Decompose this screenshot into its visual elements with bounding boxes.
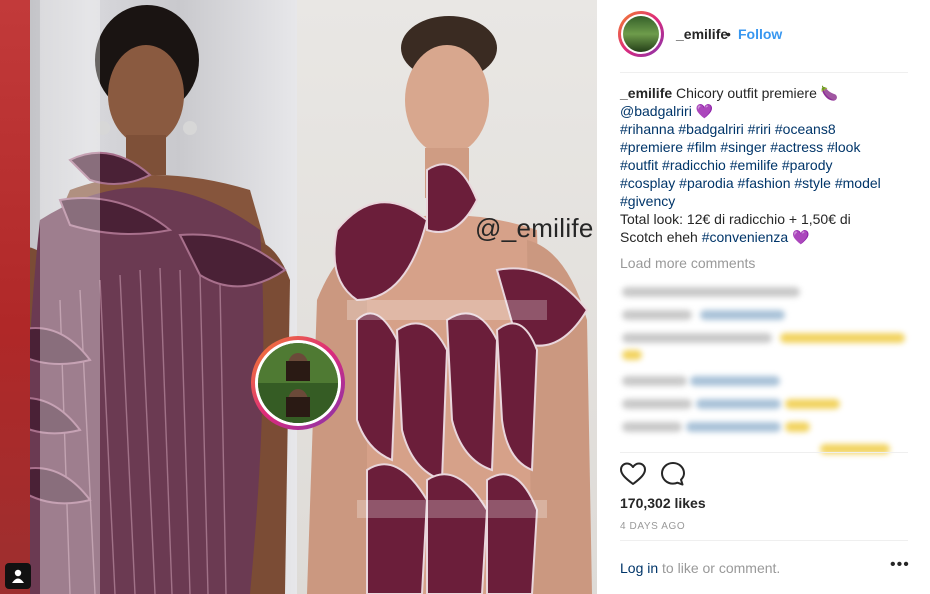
hashtag[interactable]: #model	[835, 175, 881, 191]
load-more-comments[interactable]: Load more comments	[620, 255, 755, 271]
hashtag[interactable]: #convenienza	[702, 229, 788, 245]
header-username[interactable]: _emilife	[676, 26, 728, 42]
hashtag[interactable]: #look	[827, 139, 860, 155]
heart-emoji: 💜	[695, 103, 714, 119]
emilife-figure	[307, 16, 592, 594]
more-options-icon[interactable]: •••	[890, 556, 910, 574]
hashtag[interactable]: #badgalriri	[678, 121, 743, 137]
hashtag[interactable]: #parody	[782, 157, 833, 173]
blurred-comment	[785, 399, 840, 409]
hashtag[interactable]: #premiere	[620, 139, 683, 155]
hashtag[interactable]: #actress	[770, 139, 823, 155]
avatar-photo	[258, 343, 338, 423]
login-prompt: Log in to like or comment.	[620, 560, 780, 576]
blurred-comment	[700, 310, 785, 320]
post-media[interactable]	[0, 0, 597, 594]
heart-emoji: 💜	[792, 229, 810, 245]
comment-icon[interactable]	[660, 461, 686, 487]
hashtag[interactable]: #fashion	[738, 175, 791, 191]
hashtag[interactable]: #outfit	[620, 157, 658, 173]
blurred-comment	[696, 399, 781, 409]
blurred-comment	[622, 333, 772, 343]
photo-right-emilife	[297, 0, 597, 594]
instagram-user-icon[interactable]	[5, 563, 31, 589]
blurred-comment	[785, 422, 810, 432]
hashtag[interactable]: #oceans8	[775, 121, 836, 137]
actions-divider	[620, 452, 908, 453]
photo-left-rihanna	[0, 0, 297, 594]
blurred-comment	[622, 422, 682, 432]
hashtag[interactable]: #rihanna	[620, 121, 675, 137]
caption-title: Chicory outfit premiere 🍆	[676, 85, 839, 101]
caption-line: Scotch eheh	[620, 229, 698, 245]
blurred-comment	[622, 350, 642, 360]
post-header: _emilife • Follow	[597, 0, 930, 72]
caption: _emilife Chicory outfit premiere 🍆 @badg…	[620, 84, 905, 246]
blurred-comment	[686, 422, 781, 432]
likes-count[interactable]: 170,302 likes	[620, 495, 706, 511]
blurred-comment	[622, 399, 692, 409]
caption-line: Total look: 12€ di radicchio + 1,50€ di	[620, 211, 851, 227]
blurred-comment	[690, 376, 780, 386]
hashtag[interactable]: #riri	[748, 121, 771, 137]
media-watermark: @_emilife	[475, 213, 594, 243]
separator-dot: •	[726, 26, 731, 42]
post-timestamp[interactable]: 4 DAYS AGO	[620, 521, 685, 532]
login-rest-text: to like or comment.	[658, 560, 781, 576]
header-divider	[620, 72, 908, 73]
hashtag[interactable]: #parodia	[679, 175, 734, 191]
footer-divider	[620, 540, 908, 541]
caption-username[interactable]: _emilife	[620, 85, 672, 101]
login-link[interactable]: Log in	[620, 560, 658, 576]
heart-icon[interactable]	[620, 462, 646, 486]
blurred-comment	[622, 287, 800, 297]
hashtag[interactable]: #style	[794, 175, 831, 191]
hashtag[interactable]: #film	[687, 139, 717, 155]
avatar[interactable]	[618, 11, 664, 57]
follow-button[interactable]: Follow	[738, 26, 782, 42]
hashtag[interactable]: #singer	[720, 139, 766, 155]
blurred-comment	[622, 310, 692, 320]
caption-mention[interactable]: @badgalriri	[620, 103, 692, 119]
hashtag[interactable]: #givency	[620, 193, 675, 209]
hashtag[interactable]: #emilife	[730, 157, 778, 173]
center-avatar-badge	[251, 336, 345, 430]
hashtag[interactable]: #radicchio	[662, 157, 726, 173]
blurred-comment	[780, 333, 905, 343]
blurred-comment	[622, 376, 687, 386]
hashtag[interactable]: #cosplay	[620, 175, 675, 191]
